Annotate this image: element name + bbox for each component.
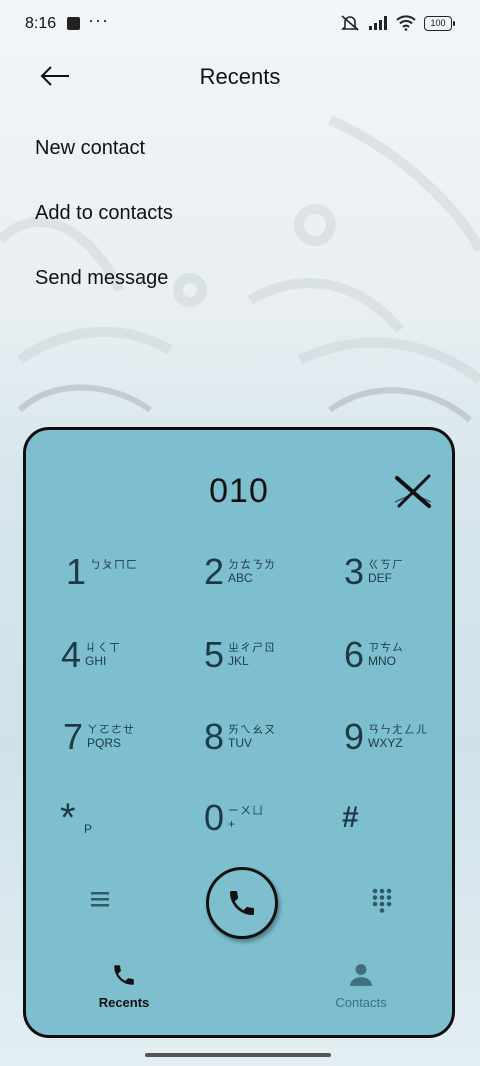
more-notifications-icon: ··· — [88, 10, 109, 30]
hamburger-icon — [91, 892, 109, 907]
key-letters: ABC — [228, 571, 253, 585]
tab-label: Contacts — [335, 995, 387, 1010]
options-menu: New contact Add to contacts Send message — [35, 130, 173, 325]
phone-icon — [114, 965, 134, 985]
tab-recents[interactable]: Recents — [64, 962, 184, 1010]
key-letters: P — [84, 822, 93, 836]
key-bopomofo: ㄞㄟㄠㄡ — [228, 724, 276, 736]
key-digit: 8 — [204, 716, 225, 757]
phone-icon — [230, 891, 254, 915]
key-letters: GHI — [85, 654, 107, 668]
new-contact-option[interactable]: New contact — [35, 130, 173, 195]
status-icons: 100 — [340, 14, 455, 32]
key-star[interactable]: * P — [60, 798, 190, 858]
key-1[interactable]: 1 ㄅㄆㄇㄈ — [66, 552, 196, 612]
key-letters: + — [228, 817, 236, 831]
key-digit: # — [342, 801, 359, 834]
key-digit: 3 — [344, 551, 365, 592]
key-digit: * — [60, 796, 76, 840]
clear-button[interactable] — [393, 472, 433, 512]
key-letters: DEF — [368, 571, 392, 585]
dialpad-icon — [372, 888, 392, 913]
key-bopomofo: ㄢㄣㄤㄥㄦ — [368, 724, 428, 736]
key-bopomofo: ㄐㄑㄒ — [85, 642, 121, 654]
mute-icon — [341, 15, 359, 31]
key-digit: 5 — [204, 634, 225, 675]
signal-icon — [369, 16, 387, 30]
key-6[interactable]: 6 ㄗㄘㄙ MNO — [344, 635, 474, 695]
person-icon — [350, 964, 372, 986]
send-message-option[interactable]: Send message — [35, 260, 173, 325]
key-digit: 6 — [344, 634, 365, 675]
call-button[interactable] — [206, 867, 278, 939]
page-title: Recents — [199, 64, 281, 89]
battery-icon: 100 — [424, 15, 455, 31]
key-bopomofo: ㄅㄆㄇㄈ — [90, 559, 138, 571]
key-digit: 1 — [66, 551, 87, 592]
key-8[interactable]: 8 ㄞㄟㄠㄡ TUV — [204, 717, 334, 777]
key-hash[interactable]: # — [342, 798, 472, 858]
key-0[interactable]: 0 ㄧㄨㄩ + — [204, 798, 334, 858]
dialpad-toggle-button[interactable] — [371, 887, 393, 918]
key-bopomofo: ㄧㄨㄩ — [228, 805, 264, 817]
key-digit: 4 — [61, 634, 82, 675]
key-7[interactable]: 7 ㄚㄛㄜㄝ PQRS — [63, 717, 193, 777]
header: Recents — [0, 52, 480, 102]
key-4[interactable]: 4 ㄐㄑㄒ GHI — [61, 635, 191, 695]
dialed-number: 010 — [209, 472, 269, 510]
key-bopomofo: ㄚㄛㄜㄝ — [87, 724, 135, 736]
status-time: 8:16 — [25, 15, 57, 32]
close-icon — [394, 474, 432, 508]
key-9[interactable]: 9 ㄢㄣㄤㄥㄦ WXYZ — [344, 717, 474, 777]
key-digit: 9 — [344, 716, 365, 757]
key-bopomofo: ㄗㄘㄙ — [368, 642, 404, 654]
key-digit: 2 — [204, 551, 225, 592]
key-letters: WXYZ — [368, 736, 403, 750]
status-bar: 8:16 ··· 100 — [0, 0, 480, 48]
home-indicator[interactable] — [145, 1053, 331, 1057]
add-to-contacts-option[interactable]: Add to contacts — [35, 195, 173, 260]
key-letters: PQRS — [87, 736, 122, 750]
key-bopomofo: ㄍㄎㄏ — [368, 559, 404, 571]
key-3[interactable]: 3 ㄍㄎㄏ DEF — [344, 552, 474, 612]
key-digit: 7 — [63, 716, 84, 757]
dialer-panel: 010 1 ㄅㄆㄇㄈ 2 ㄉㄊㄋㄌ ABC 3 ㄍㄎㄏ DEF 4 ㄐㄑㄒ GH… — [23, 427, 455, 1038]
tab-label: Recents — [98, 995, 150, 1010]
notification-icon — [67, 17, 80, 30]
tab-contacts[interactable]: Contacts — [301, 962, 421, 1010]
key-bopomofo: ㄓㄔㄕㄖ — [228, 642, 276, 654]
key-letters: JKL — [228, 654, 249, 668]
menu-button[interactable] — [89, 890, 111, 913]
key-5[interactable]: 5 ㄓㄔㄕㄖ JKL — [204, 635, 334, 695]
key-bopomofo: ㄉㄊㄋㄌ — [228, 559, 276, 571]
key-letters: MNO — [368, 654, 396, 668]
key-letters: TUV — [228, 736, 252, 750]
key-2[interactable]: 2 ㄉㄊㄋㄌ ABC — [204, 552, 334, 612]
wifi-icon — [396, 15, 416, 31]
key-digit: 0 — [204, 797, 225, 838]
